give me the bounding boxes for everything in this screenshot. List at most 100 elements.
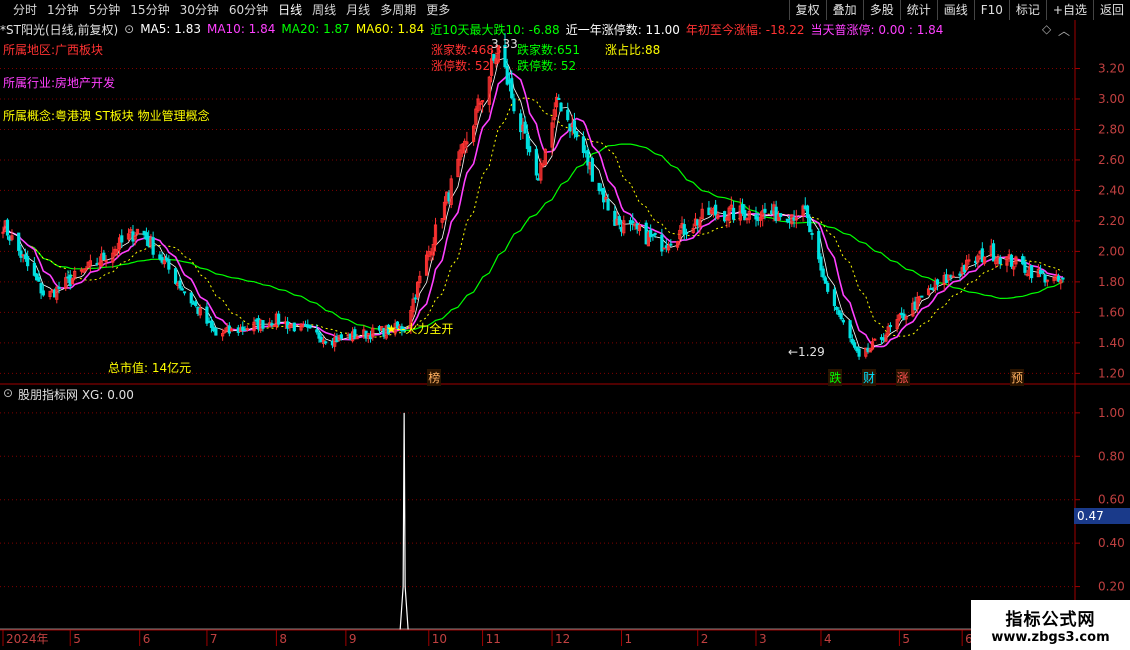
tool-7[interactable]: +自选 — [1045, 0, 1093, 20]
candle-body — [194, 301, 198, 307]
candle-body — [292, 322, 296, 332]
candle-body — [510, 78, 514, 99]
spike-line — [399, 412, 409, 631]
settings-icon[interactable]: ⊙ — [124, 22, 134, 36]
candle-body — [528, 146, 532, 153]
candle-body — [557, 98, 561, 101]
candle-body — [848, 320, 852, 339]
price-tick-label-8: 2.80 — [1098, 122, 1125, 136]
candle-body — [189, 292, 193, 304]
tool-6[interactable]: 标记 — [1008, 0, 1046, 20]
candle-body — [662, 247, 666, 250]
low-price-label: ←1.29 — [788, 345, 825, 359]
limit-down-note: 跌停数: 52 — [517, 59, 577, 73]
today-limit-label: 当天普涨停: 0.00 : 1.84 — [810, 22, 944, 37]
indicator-spike — [0, 412, 1075, 631]
x-label-11: 3 — [759, 632, 767, 646]
ma60-line — [2, 143, 1064, 332]
candle-body — [205, 306, 209, 324]
tool-2[interactable]: 多股 — [862, 0, 900, 20]
candle-body — [37, 276, 41, 282]
tab-5[interactable]: 60分钟 — [224, 0, 273, 20]
candle-body — [339, 334, 343, 339]
price-tick-label-4: 2.00 — [1098, 244, 1125, 258]
industry-note: 所属行业:房地产开发 — [3, 76, 116, 90]
tab-9[interactable]: 多周期 — [375, 0, 421, 20]
ind-tick-label-0: 0.20 — [1098, 580, 1125, 594]
tab-8[interactable]: 月线 — [341, 0, 375, 20]
candle-body — [167, 258, 171, 270]
tool-8[interactable]: 返回 — [1092, 0, 1130, 20]
candle-body — [1023, 261, 1027, 273]
candle-body — [991, 243, 996, 262]
tab-0[interactable]: 分时 — [8, 0, 42, 20]
concept-note: 所属概念:粤港澳 ST板块 物业管理概念 — [3, 109, 210, 123]
candle-body — [572, 120, 577, 134]
price-tick-label-1: 1.40 — [1098, 336, 1125, 350]
candle-body — [714, 204, 718, 216]
event-marker-4[interactable]: 预 — [1009, 369, 1024, 386]
price-tick-label-2: 1.60 — [1098, 305, 1125, 319]
candle-body — [808, 217, 812, 233]
tab-3[interactable]: 15分钟 — [125, 0, 174, 20]
tool-4[interactable]: 画线 — [936, 0, 974, 20]
candle-body — [631, 220, 635, 224]
event-marker-2[interactable]: 财 — [862, 369, 877, 386]
indicator-info-row: *ST阳光(日线,前复权) ⊙ MA5: 1.83 MA10: 1.84 MA2… — [0, 20, 1075, 38]
x-label-4: 8 — [279, 632, 287, 646]
event-marker-0[interactable]: 榜 — [427, 369, 442, 386]
tab-4[interactable]: 30分钟 — [175, 0, 224, 20]
ma5-line — [2, 57, 1064, 352]
tool-3[interactable]: 统计 — [899, 0, 937, 20]
candle-body — [857, 348, 861, 357]
tab-10[interactable]: 更多 — [421, 0, 455, 20]
high-price-label: 3.33 — [491, 37, 518, 51]
tool-0[interactable]: 复权 — [788, 0, 826, 20]
chevron-up-icon[interactable]: ︿ — [1058, 22, 1070, 39]
drop10-label: 近10天最大跌10: -6.88 — [430, 22, 560, 37]
candle-body — [512, 98, 516, 112]
tab-2[interactable]: 5分钟 — [84, 0, 126, 20]
watermark-line1: 指标公式网 — [1005, 610, 1096, 630]
event-marker-1[interactable]: 跌 — [828, 369, 843, 386]
x-label-2: 6 — [143, 632, 151, 646]
candle-body — [57, 286, 61, 289]
candle-body — [888, 325, 893, 328]
candle-body — [173, 268, 178, 284]
ma10-label: MA10: 1.84 — [206, 22, 276, 36]
limitups-year-label: 近一年涨停数: 11.00 — [565, 22, 680, 37]
candle-body — [559, 102, 563, 112]
candle-body — [935, 279, 940, 285]
candle-body — [1061, 277, 1065, 280]
ma20-path — [2, 97, 1064, 338]
candle-body — [19, 250, 23, 258]
ratio-note: 涨占比:88 — [605, 43, 661, 57]
event-marker-3[interactable]: 涨 — [895, 369, 910, 386]
candle-body — [606, 199, 610, 211]
x-label-1: 5 — [73, 632, 81, 646]
indicator-grid — [0, 412, 1075, 588]
candle-body — [575, 131, 579, 138]
watermark-line2: www.zbgs3.com — [991, 630, 1110, 645]
tool-1[interactable]: 叠加 — [825, 0, 863, 20]
tab-7[interactable]: 周线 — [307, 0, 341, 20]
candle-body — [1, 231, 5, 234]
candle-body — [835, 306, 839, 310]
candle-body — [315, 329, 319, 333]
candle-body — [178, 280, 182, 289]
candle-body — [151, 237, 155, 255]
candle-body — [653, 232, 657, 235]
x-label-8: 12 — [555, 632, 570, 646]
price-tick-label-3: 1.80 — [1098, 275, 1125, 289]
region-note: 所属地区:广西板块 — [3, 43, 104, 57]
ind-tick-label-1: 0.40 — [1098, 536, 1125, 550]
x-label-6: 10 — [432, 632, 447, 646]
tab-6[interactable]: 日线 — [273, 0, 307, 20]
tab-1[interactable]: 1分钟 — [42, 0, 84, 20]
candle-body — [324, 341, 328, 344]
indicator-settings-icon[interactable]: ⊙ — [3, 386, 13, 400]
candle-body — [5, 219, 10, 236]
tool-5[interactable]: F10 — [973, 0, 1009, 20]
candle-body — [684, 232, 689, 235]
diamond-icon[interactable]: ◇ — [1042, 22, 1051, 36]
